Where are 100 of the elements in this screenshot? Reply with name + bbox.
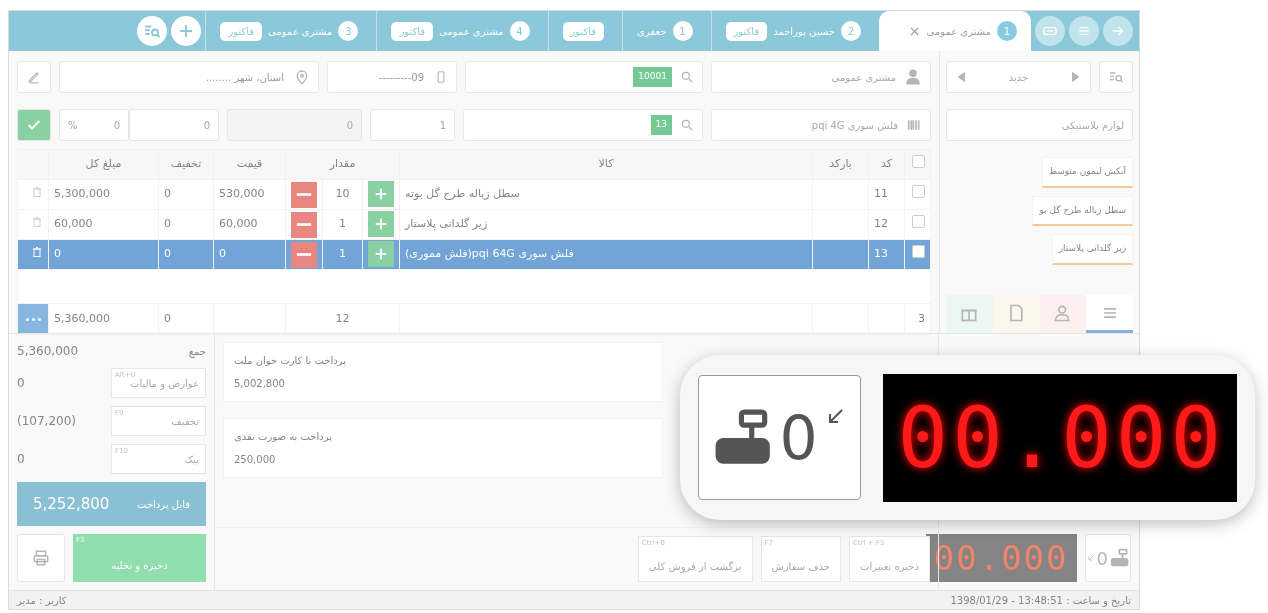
trash-icon[interactable] [31, 245, 43, 258]
phone-field[interactable]: 09--------- [327, 61, 457, 94]
product-button[interactable]: زیر گلدانی پلاستار [1051, 234, 1133, 265]
more-button[interactable] [18, 304, 48, 335]
customer-field[interactable]: مشتری عمومی [711, 61, 931, 94]
discount-field[interactable]: 0 [129, 109, 219, 142]
checkbox[interactable] [912, 215, 925, 229]
list-tab[interactable] [1086, 295, 1133, 334]
percent-field[interactable]: 0 % [59, 109, 129, 142]
print-button[interactable] [17, 534, 65, 583]
table-cell: 10 [322, 179, 363, 210]
checkbox[interactable] [912, 155, 925, 169]
column-header: تخفیف [158, 149, 214, 180]
column-header: مبلغ کل [48, 149, 159, 180]
minus-button[interactable] [291, 181, 317, 208]
table-cell: 12 [285, 303, 400, 335]
table-cell: 0 [48, 239, 159, 270]
pager-label: جدید [1008, 70, 1029, 85]
summary-value: (107,200) [17, 413, 76, 431]
column-header: بارکد [812, 149, 869, 180]
scale-button[interactable]: 0 [698, 375, 861, 500]
add-button[interactable] [171, 16, 202, 47]
column-header: کالا [399, 149, 813, 180]
plus-button[interactable] [368, 181, 394, 208]
minus-icon [296, 193, 312, 197]
gift-tab[interactable] [946, 295, 993, 334]
person-icon [904, 68, 922, 87]
payment-title: پرداخت به صورت نقدی [234, 430, 334, 445]
table-cell: 0 [158, 303, 214, 335]
code-badge: 13 [650, 115, 672, 135]
user-tab[interactable] [1039, 295, 1087, 334]
search-list-button[interactable] [1099, 61, 1133, 94]
search-icon [680, 70, 694, 85]
checkbox[interactable] [912, 245, 925, 259]
table-cell: 60,000 [213, 209, 286, 240]
column-header: قیمت [213, 149, 286, 180]
payable-amount: 5,252,800 [33, 493, 110, 515]
payable-label: قابل پرداخت [137, 497, 190, 512]
printer-icon [32, 549, 50, 568]
minus-button[interactable] [291, 211, 317, 238]
user-label: کاربر : [39, 594, 67, 606]
table-cell: 0 [158, 239, 214, 270]
code-badge: 10001 [633, 67, 672, 87]
table-cell: 60,000 [48, 209, 159, 240]
table-cell: 13 [868, 239, 905, 270]
address-field[interactable]: استان، شهر ........ [59, 61, 319, 94]
customer-code-field[interactable]: 10001 [465, 61, 703, 94]
product-field[interactable]: فلش سوری pqi 4G [711, 109, 931, 142]
pager[interactable]: جدید [946, 61, 1091, 94]
table-cell: سطل زباله طرح گل بوته [399, 179, 813, 210]
user-name: مدیر [17, 594, 36, 606]
document-tab[interactable] [992, 295, 1040, 334]
product-code-field[interactable]: 13 [463, 109, 703, 142]
category-select[interactable]: لوازم پلاستیکی [946, 109, 1133, 142]
column-header: کد [868, 149, 905, 180]
summary-value: 0 [17, 451, 25, 469]
table-cell: 0 [158, 179, 214, 210]
minus-button[interactable] [291, 241, 317, 268]
payment-amount: 250,000 [234, 453, 277, 468]
quantity-field[interactable]: 1 [370, 109, 455, 142]
address-input[interactable]: استان، شهر ........ [68, 68, 286, 86]
trash-icon[interactable] [31, 185, 43, 198]
menu-button[interactable] [1069, 16, 1099, 47]
product-button[interactable]: سطل زباله طرح گل بو [1032, 195, 1133, 227]
edit-button[interactable] [17, 61, 51, 94]
trash-icon[interactable] [31, 215, 43, 228]
search-icon [680, 118, 694, 133]
phone-input[interactable]: 09--------- [336, 68, 426, 86]
table-cell: 12 [868, 209, 905, 240]
percent-sign: % [68, 118, 78, 133]
arrow-right-button[interactable] [1103, 16, 1133, 47]
summary-value: 5,360,000 [17, 343, 79, 361]
table-cell: 0 [158, 209, 214, 240]
mobile-icon [434, 69, 448, 86]
summary-value: 0 [17, 375, 25, 393]
datetime: 13:48:51 - 1398/01/29 [950, 594, 1063, 606]
plus-button[interactable] [368, 241, 394, 268]
payment-amount: 5,002,800 [234, 377, 286, 392]
confirm-button[interactable] [17, 109, 51, 142]
search-list-button[interactable] [137, 16, 168, 47]
scale-button[interactable]: 0 [1084, 534, 1131, 583]
tab[interactable]: فاکتور [547, 11, 619, 52]
table-cell: 530,000 [213, 179, 286, 210]
checkbox[interactable] [912, 185, 925, 199]
plus-button[interactable] [368, 211, 394, 238]
table-cell: 5,300,000 [48, 179, 159, 210]
percent-value: 0 [113, 118, 120, 133]
column-header: مقدار [285, 149, 400, 180]
table-cell: زیر گلدانی پلاستار [399, 209, 813, 240]
invoice-badge: فاکتور [562, 21, 605, 41]
dots-icon [25, 317, 41, 321]
invoice-badge: فاکتور [725, 21, 768, 41]
table-cell: 3 [904, 303, 931, 335]
table-cell: 1 [322, 209, 363, 240]
minus-icon [296, 253, 312, 257]
table-cell: 11 [868, 179, 905, 210]
keyboard-button[interactable] [1035, 16, 1065, 47]
location-pin-icon [294, 69, 310, 86]
product-button[interactable]: آبکش لیمون متوسط [1041, 157, 1133, 188]
close-icon[interactable]: × [908, 20, 921, 42]
